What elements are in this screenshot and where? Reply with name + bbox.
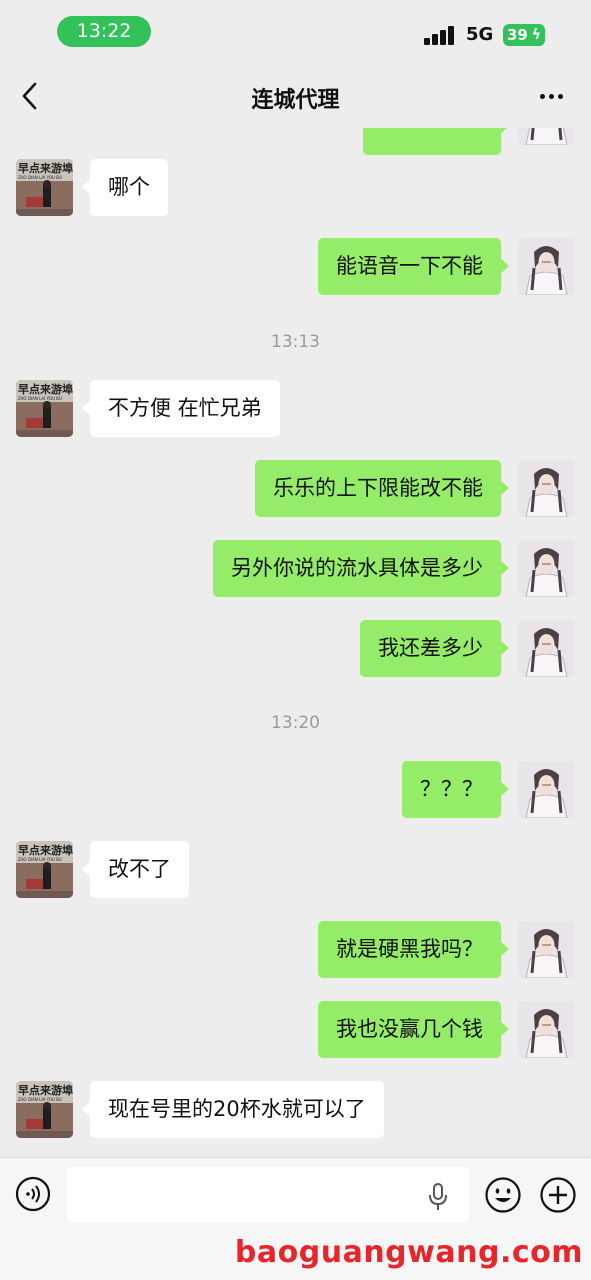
message-bubble[interactable]: 不方便 在忙兄弟 <box>82 380 280 437</box>
more-actions-button[interactable] <box>539 1176 577 1214</box>
smiley-icon <box>485 1177 521 1213</box>
battery-level: 39 <box>507 26 528 44</box>
contact-avatar[interactable]: 早点来游埠 ZAO DIAN LAI YOU BU <box>16 159 73 216</box>
svg-text:ZAO DIAN LAI YOU BU: ZAO DIAN LAI YOU BU <box>18 1097 62 1102</box>
message-bubble[interactable]: 能语音一下不能 <box>318 238 509 295</box>
message-input[interactable] <box>67 1167 469 1223</box>
my-avatar[interactable] <box>518 1001 575 1058</box>
my-avatar[interactable] <box>518 761 575 818</box>
message-bubble[interactable]: 就是硬黑我吗？ <box>318 921 509 978</box>
my-avatar[interactable] <box>518 238 575 295</box>
message-bubble[interactable]: 我也没赢几个钱 <box>318 1001 509 1058</box>
message-timestamp: 13:13 <box>271 332 320 352</box>
plus-icon <box>540 1177 576 1213</box>
my-avatar[interactable] <box>518 620 575 677</box>
network-type: 5G <box>466 24 494 45</box>
svg-text:早点来游埠: 早点来游埠 <box>18 161 73 175</box>
message-bubble[interactable]: 哪个 <box>82 159 168 216</box>
my-avatar[interactable] <box>518 460 575 517</box>
svg-text:早点来游埠: 早点来游埠 <box>18 382 73 396</box>
contact-avatar[interactable]: 早点来游埠 ZAO DIAN LAI YOU BU <box>16 841 73 898</box>
emoji-button[interactable] <box>484 1176 522 1214</box>
input-bar <box>0 1157 591 1235</box>
voice-icon <box>15 1176 51 1212</box>
battery-icon: 39 ϟ <box>503 24 545 46</box>
message-bubble[interactable]: 现在号里的20杯水就可以了 <box>82 1081 384 1138</box>
more-dots-icon <box>540 94 545 99</box>
message-bubble[interactable]: ？？？ <box>402 761 509 818</box>
message-bubble[interactable]: 乐乐的上下限能改不能 <box>255 460 509 517</box>
message-bubble-partial <box>363 128 509 155</box>
svg-text:ZAO DIAN LAI YOU BU: ZAO DIAN LAI YOU BU <box>18 857 62 862</box>
watermark-area: baoguangwang.com <box>0 1235 591 1280</box>
chat-title: 连城代理 <box>251 88 340 113</box>
status-bar: 13:22 5G 39 ϟ <box>0 0 591 62</box>
message-bubble[interactable]: 我还差多少 <box>360 620 509 677</box>
message-timestamp: 13:20 <box>271 713 320 733</box>
my-avatar[interactable] <box>518 540 575 597</box>
contact-avatar[interactable]: 早点来游埠 ZAO DIAN LAI YOU BU <box>16 1081 73 1138</box>
svg-text:早点来游埠: 早点来游埠 <box>18 843 73 857</box>
status-time: 13:22 <box>57 16 151 47</box>
message-bubble[interactable]: 另外你说的流水具体是多少 <box>213 540 509 597</box>
chat-header: 连城代理 <box>0 62 591 128</box>
charging-icon: ϟ <box>531 27 541 43</box>
contact-avatar[interactable]: 早点来游埠 ZAO DIAN LAI YOU BU <box>16 380 73 437</box>
svg-text:ZAO DIAN LAI YOU BU: ZAO DIAN LAI YOU BU <box>18 396 62 401</box>
voice-input-button[interactable] <box>15 1176 51 1212</box>
microphone-icon[interactable] <box>428 1183 448 1211</box>
message-list[interactable]: 早点来游埠 ZAO DIAN LAI YOU BU 哪个 能语音一下不能 13:… <box>0 128 591 1156</box>
signal-icon <box>424 25 456 45</box>
my-avatar[interactable] <box>518 128 575 145</box>
message-bubble[interactable]: 改不了 <box>82 841 189 898</box>
watermark-text: baoguangwang.com <box>234 1235 583 1270</box>
more-button[interactable] <box>534 84 570 108</box>
my-avatar[interactable] <box>518 921 575 978</box>
svg-text:ZAO DIAN LAI YOU BU: ZAO DIAN LAI YOU BU <box>18 175 62 180</box>
svg-text:早点来游埠: 早点来游埠 <box>18 1083 73 1097</box>
